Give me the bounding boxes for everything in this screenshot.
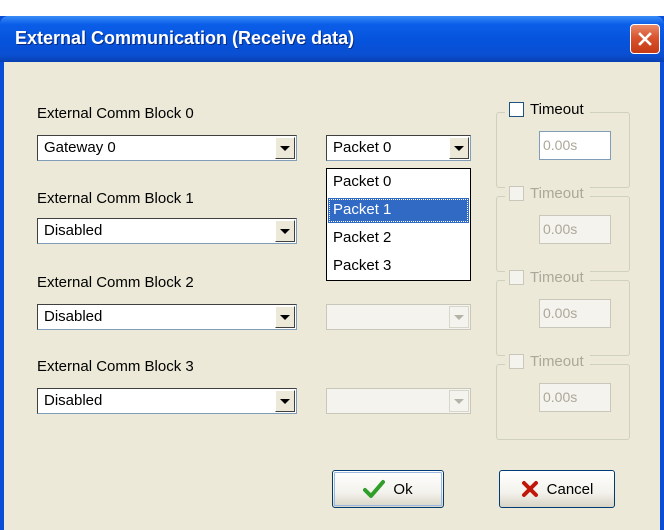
close-button[interactable] xyxy=(630,24,660,54)
cancel-button[interactable]: Cancel xyxy=(499,470,615,508)
block-0-timeout-input[interactable]: 0.00s xyxy=(539,131,611,160)
ok-button[interactable]: Ok xyxy=(332,470,444,508)
dropdown-option-packet-0[interactable]: Packet 0 xyxy=(328,170,469,195)
chevron-down-icon xyxy=(280,228,290,234)
chevron-down-icon xyxy=(280,398,290,404)
block-1-timeout-input[interactable]: 0.00s xyxy=(539,215,611,244)
block-1-timeout-checkbox[interactable] xyxy=(509,186,524,201)
block-3-label: External Comm Block 3 xyxy=(37,358,194,375)
block-2-packet-select[interactable] xyxy=(326,304,471,330)
chevron-down-icon xyxy=(454,145,464,151)
cancel-button-label: Cancel xyxy=(546,480,594,498)
dropdown-option-packet-2[interactable]: Packet 2 xyxy=(328,226,469,251)
block-0-timeout-checkbox[interactable] xyxy=(509,102,524,117)
block-1-source-dropdown-arrow[interactable] xyxy=(275,220,295,242)
block-1-timeout-legend: Timeout xyxy=(505,185,590,202)
block-1-source-select[interactable]: Disabled xyxy=(37,218,297,244)
chevron-down-icon xyxy=(454,314,464,320)
block-3-timeout-input[interactable]: 0.00s xyxy=(539,383,611,412)
block-3-packet-select[interactable] xyxy=(326,388,471,414)
block-0-source-dropdown-arrow[interactable] xyxy=(275,137,295,159)
close-icon xyxy=(638,32,652,46)
block-2-source-dropdown-arrow[interactable] xyxy=(275,306,295,328)
chevron-down-icon xyxy=(280,145,290,151)
top-strip xyxy=(0,0,664,16)
ok-button-label: Ok xyxy=(393,480,413,498)
block-3-timeout-group: Timeout 0.00s xyxy=(496,353,630,440)
block-3-source-select[interactable]: Disabled xyxy=(37,388,297,414)
block-2-packet-dropdown-arrow[interactable] xyxy=(449,306,469,328)
block-0-packet-dropdown-arrow[interactable] xyxy=(449,137,469,159)
block-2-timeout-label: Timeout xyxy=(530,269,584,286)
block-2-source-value: Disabled xyxy=(44,308,103,325)
block-2-label: External Comm Block 2 xyxy=(37,274,194,291)
chevron-down-icon xyxy=(280,314,290,320)
block-3-timeout-legend: Timeout xyxy=(505,353,590,370)
block-0-packet-select[interactable]: Packet 0 xyxy=(326,135,471,161)
block-3-timeout-checkbox[interactable] xyxy=(509,354,524,369)
dropdown-option-packet-1[interactable]: Packet 1 xyxy=(328,198,469,223)
block-3-timeout-label: Timeout xyxy=(530,353,584,370)
x-icon xyxy=(521,481,538,497)
chevron-down-icon xyxy=(454,398,464,404)
block-2-timeout-group: Timeout 0.00s xyxy=(496,269,630,356)
dropdown-option-packet-3[interactable]: Packet 3 xyxy=(328,254,469,279)
block-0-packet-value: Packet 0 xyxy=(333,139,392,156)
block-0-timeout-group: Timeout 0.00s xyxy=(496,101,630,188)
block-0-timeout-legend: Timeout xyxy=(505,101,590,118)
block-2-timeout-checkbox[interactable] xyxy=(509,270,524,285)
block-2-source-select[interactable]: Disabled xyxy=(37,304,297,330)
block-1-label: External Comm Block 1 xyxy=(37,190,194,207)
block-1-source-value: Disabled xyxy=(44,222,103,239)
packet-dropdown-list: Packet 0 Packet 1 Packet 2 Packet 3 xyxy=(326,168,471,281)
block-3-source-value: Disabled xyxy=(44,392,103,409)
block-2-timeout-legend: Timeout xyxy=(505,269,590,286)
block-3-source-dropdown-arrow[interactable] xyxy=(275,390,295,412)
block-1-timeout-group: Timeout 0.00s xyxy=(496,185,630,272)
block-3-packet-dropdown-arrow[interactable] xyxy=(449,390,469,412)
block-2-timeout-input[interactable]: 0.00s xyxy=(539,299,611,328)
window-title: External Communication (Receive data) xyxy=(15,28,355,48)
block-0-label: External Comm Block 0 xyxy=(37,105,194,122)
block-1-timeout-label: Timeout xyxy=(530,185,584,202)
block-0-source-select[interactable]: Gateway 0 xyxy=(37,135,297,161)
checkmark-icon xyxy=(363,480,386,498)
block-0-timeout-label: Timeout xyxy=(530,101,584,118)
dialog-window: External Communication (Receive data) Ex… xyxy=(0,0,664,530)
block-0-source-value: Gateway 0 xyxy=(44,139,116,156)
